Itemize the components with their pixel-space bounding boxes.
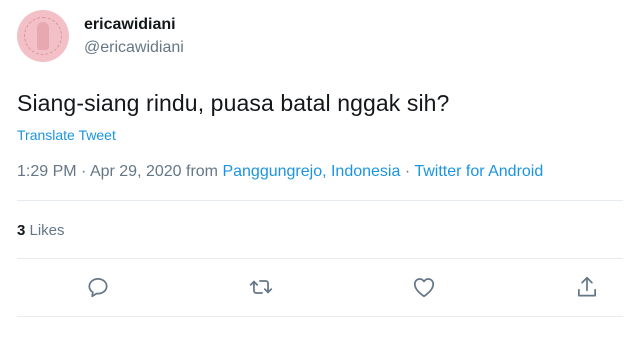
meta-separator: · bbox=[400, 163, 415, 180]
share-button[interactable] bbox=[574, 274, 600, 300]
likes-link[interactable]: 3 Likes bbox=[17, 222, 65, 239]
user-handle[interactable]: @ericawidiani bbox=[84, 39, 184, 57]
share-icon bbox=[578, 276, 596, 297]
like-button[interactable] bbox=[411, 274, 437, 300]
source-link[interactable]: Twitter for Android bbox=[414, 163, 543, 180]
from-word: from bbox=[181, 163, 223, 180]
reply-icon bbox=[88, 278, 108, 298]
tweet-text: Siang-siang rindu, puasa batal nggak sih… bbox=[17, 90, 450, 116]
translate-tweet-link[interactable]: Translate Tweet bbox=[17, 127, 116, 143]
location-link[interactable]: Panggungrejo, Indonesia bbox=[222, 163, 400, 180]
retweet-button[interactable] bbox=[248, 274, 274, 300]
action-bar bbox=[0, 270, 640, 304]
divider bbox=[17, 258, 623, 259]
like-icon bbox=[413, 278, 435, 298]
likes-label: Likes bbox=[25, 222, 65, 239]
divider bbox=[17, 316, 623, 317]
avatar[interactable] bbox=[17, 10, 69, 62]
divider bbox=[17, 200, 623, 201]
retweet-icon bbox=[249, 280, 273, 294]
tweet-metadata: 1:29 PM · Apr 29, 2020 from Panggungrejo… bbox=[17, 163, 543, 181]
avatar-figure bbox=[37, 22, 49, 50]
tweet-date[interactable]: Apr 29, 2020 bbox=[90, 163, 182, 180]
meta-separator: · bbox=[76, 163, 90, 180]
display-name[interactable]: ericawidiani bbox=[84, 16, 176, 34]
tweet-time[interactable]: 1:29 PM bbox=[17, 163, 77, 180]
reply-button[interactable] bbox=[85, 274, 111, 300]
